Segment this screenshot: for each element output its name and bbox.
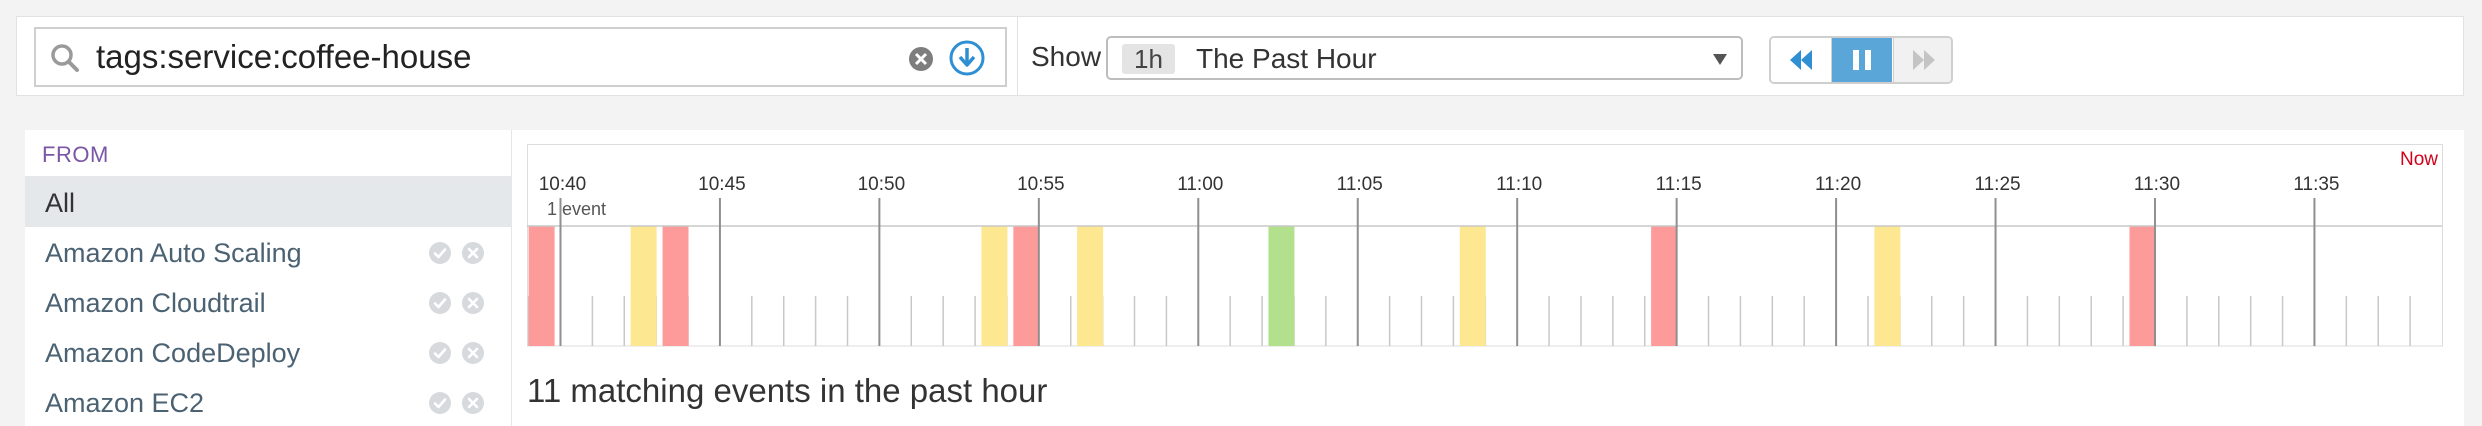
source-item-label: Amazon CodeDeploy	[45, 338, 301, 368]
event-bar-error[interactable]	[528, 226, 555, 346]
check-icon[interactable]	[428, 241, 452, 265]
time-range-select[interactable]: 1h The Past Hour	[1106, 36, 1743, 80]
from-label: FROM	[42, 142, 109, 167]
pause-button[interactable]	[1832, 38, 1892, 82]
exclude-icon[interactable]	[461, 391, 485, 415]
event-bar-warning[interactable]	[981, 226, 1008, 346]
event-bar-error[interactable]	[1651, 226, 1678, 346]
time-range-label: The Past Hour	[1196, 43, 1377, 74]
tick-label: 10:50	[858, 174, 906, 195]
check-icon[interactable]	[428, 341, 452, 365]
toolbar-divider	[1017, 17, 1018, 95]
rewind-icon	[1790, 50, 1812, 70]
tick-label: 10:45	[698, 174, 746, 195]
check-icon[interactable]	[428, 391, 452, 415]
rewind-button[interactable]	[1771, 38, 1832, 82]
source-item-label: Amazon Auto Scaling	[45, 238, 302, 268]
toolbar: Show 1h The Past Hour	[16, 16, 2464, 96]
search-icon	[51, 44, 79, 72]
fast-forward-button[interactable]	[1893, 38, 1951, 82]
download-icon[interactable]	[948, 39, 986, 77]
exclude-icon[interactable]	[461, 291, 485, 315]
fast-forward-icon	[1913, 50, 1935, 70]
source-item-label: Amazon EC2	[45, 388, 205, 418]
caret-down-icon	[1713, 54, 1727, 65]
pause-icon	[1853, 50, 1871, 70]
tick-label: 10:55	[1017, 174, 1065, 195]
tick-label: 11:35	[2293, 174, 2339, 195]
search-box[interactable]	[34, 27, 1007, 87]
playback-controls	[1769, 36, 1953, 84]
scale-label: 1 event	[547, 199, 606, 219]
tick-label: 10:40	[539, 174, 587, 195]
time-range-badge: 1h	[1122, 44, 1175, 74]
show-label: Show	[1031, 41, 1102, 72]
source-item-label: All	[45, 188, 76, 218]
source-item-all[interactable]: All	[25, 177, 511, 227]
source-sidebar: FROM All Amazon Auto Scaling Amazon Clou…	[25, 130, 511, 426]
source-item-amazon-ec2[interactable]: Amazon EC2	[25, 377, 511, 426]
exclude-icon[interactable]	[461, 241, 485, 265]
event-bar-error[interactable]	[2129, 226, 2156, 346]
event-bar-warning[interactable]	[1459, 226, 1486, 346]
event-bar-warning[interactable]	[1077, 226, 1104, 346]
now-label: Now	[2400, 149, 2438, 170]
event-bar-warning[interactable]	[1874, 226, 1901, 346]
event-bar-error[interactable]	[1013, 226, 1040, 346]
tick-label: 11:05	[1337, 174, 1383, 195]
tick-label: 11:10	[1496, 174, 1542, 195]
search-input[interactable]	[96, 37, 896, 77]
source-item-label: Amazon Cloudtrail	[45, 288, 266, 318]
exclude-icon[interactable]	[461, 341, 485, 365]
source-item-amazon-codedeploy[interactable]: Amazon CodeDeploy	[25, 327, 511, 377]
source-item-amazon-auto-scaling[interactable]: Amazon Auto Scaling	[25, 227, 511, 277]
tick-label: 11:20	[1815, 174, 1861, 195]
event-timeline[interactable]: 10:40 10:45 10:50 10:55 11:00 11:05 11:10 11:15…	[527, 144, 2447, 354]
tick-label: 11:00	[1177, 174, 1223, 195]
event-bar-success[interactable]	[1268, 226, 1295, 346]
check-icon[interactable]	[428, 291, 452, 315]
event-count-summary: 11 matching events in the past hour	[527, 372, 1048, 409]
clear-search-icon[interactable]	[907, 45, 935, 73]
event-bar-warning[interactable]	[630, 226, 657, 346]
source-item-amazon-cloudtrail[interactable]: Amazon Cloudtrail	[25, 277, 511, 327]
tick-label: 11:15	[1656, 174, 1702, 195]
tick-label: 11:25	[1974, 174, 2020, 195]
event-bar-error[interactable]	[662, 226, 689, 346]
tick-label: 11:30	[2134, 174, 2180, 195]
from-header: FROM	[25, 130, 511, 177]
